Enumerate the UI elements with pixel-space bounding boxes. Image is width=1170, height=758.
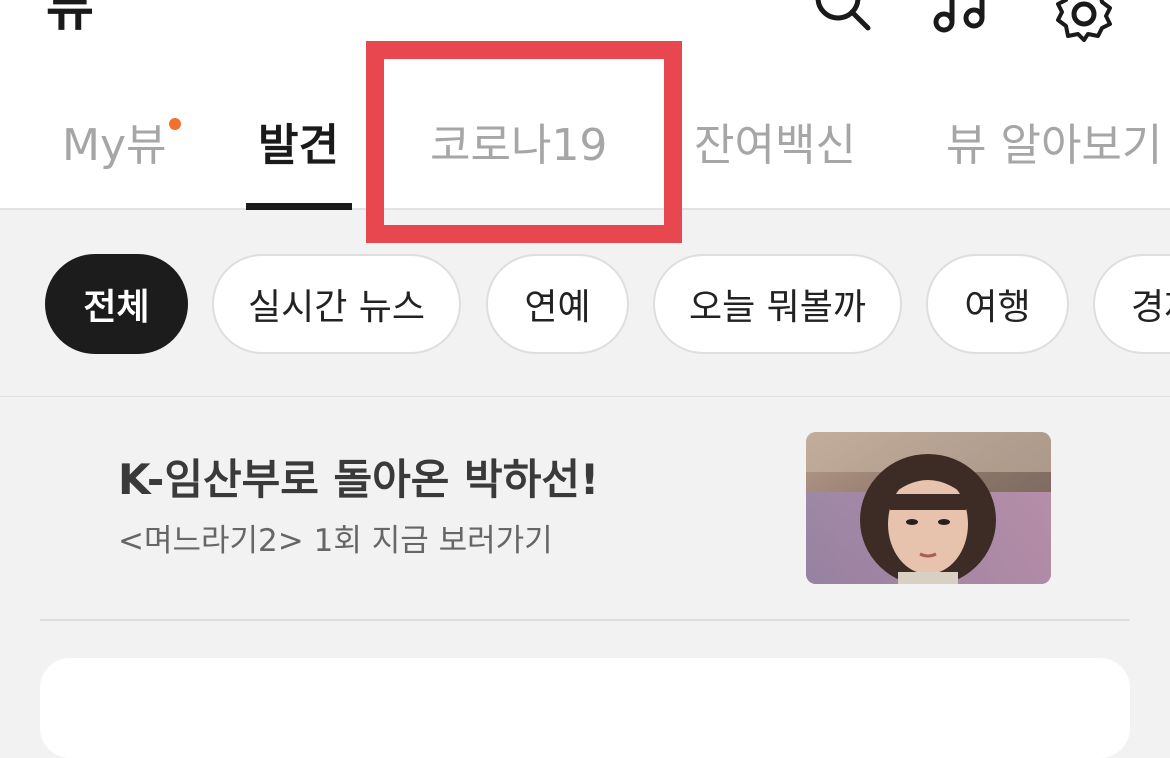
chip-travel[interactable]: 여행	[926, 254, 1069, 354]
chip-what-to-watch[interactable]: 오늘 뭐볼까	[653, 254, 902, 354]
tab-bar: My뷰 발견 코로나19 잔여백신 뷰 알아보기	[0, 100, 1170, 210]
promo-title: K-임산부로 돌아온 박하선!	[118, 455, 600, 504]
active-tab-indicator	[246, 203, 352, 210]
gear-icon[interactable]	[1054, 0, 1114, 44]
tab-discover[interactable]: 발견	[258, 116, 339, 176]
app-title: 뷰	[46, 0, 94, 38]
divider	[40, 619, 1130, 621]
promo-subtitle: <며느라기2> 1회 지금 보러가기	[118, 523, 553, 559]
content-card[interactable]	[40, 658, 1130, 758]
chip-economy[interactable]: 경제	[1093, 254, 1170, 354]
tab-view-about[interactable]: 뷰 알아보기	[946, 116, 1162, 176]
chip-live-news[interactable]: 실시간 뉴스	[212, 254, 461, 354]
category-chips: 전체 실시간 뉴스 연예 오늘 뭐볼까 여행 경제	[0, 252, 1170, 356]
tab-remaining-vaccine[interactable]: 잔여백신	[694, 116, 856, 176]
promo-thumbnail-image	[806, 432, 1051, 584]
tab-corona19[interactable]: 코로나19	[430, 116, 607, 176]
chip-entertainment[interactable]: 연예	[486, 254, 629, 354]
tab-my-view[interactable]: My뷰	[62, 116, 166, 176]
promo-banner[interactable]: K-임산부로 돌아온 박하선! <며느라기2> 1회 지금 보러가기	[0, 397, 1170, 619]
chip-all[interactable]: 전체	[45, 254, 188, 354]
music-icon[interactable]	[930, 0, 990, 44]
search-icon[interactable]	[812, 0, 872, 44]
